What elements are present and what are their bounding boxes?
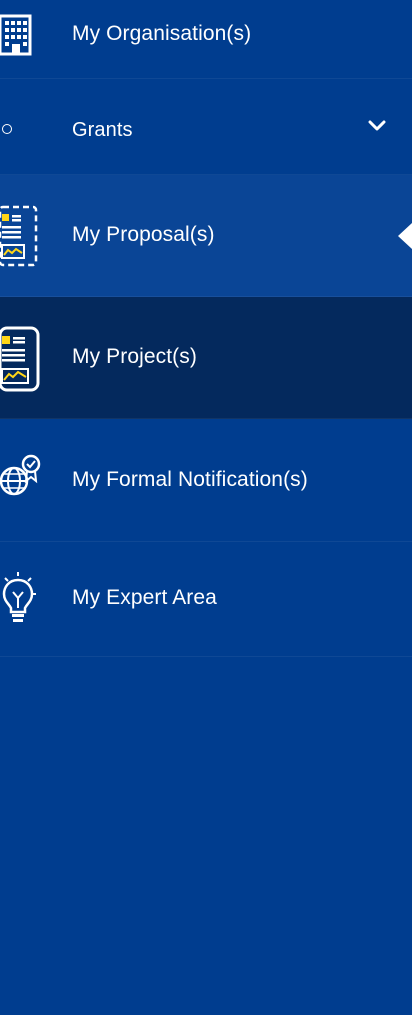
circle-bullet-icon xyxy=(2,124,12,134)
sidebar-item-label: My Proposal(s) xyxy=(72,223,215,246)
sidebar-item-expert-area[interactable]: My Expert Area xyxy=(0,542,412,657)
building-icon xyxy=(0,14,34,58)
sidebar-item-projects[interactable]: My Project(s) xyxy=(0,297,412,419)
sidebar-item-label: My Organisation(s) xyxy=(72,22,252,45)
sidebar-item-label: My Expert Area xyxy=(72,586,217,609)
sidebar-item-formal-notifications[interactable]: My Formal Notification(s) xyxy=(0,419,412,542)
sidebar-item-label: My Project(s) xyxy=(72,345,197,368)
sidebar-item-grants[interactable]: Grants xyxy=(0,79,412,175)
project-document-icon xyxy=(0,326,40,392)
lightbulb-icon xyxy=(0,570,38,624)
chevron-down-icon[interactable] xyxy=(368,119,386,137)
sidebar-item-proposals[interactable]: My Proposal(s) xyxy=(0,175,412,297)
sidebar-nav: My Organisation(s) Grants My Proposal(s)… xyxy=(0,0,412,1015)
proposal-document-icon xyxy=(0,205,40,269)
sidebar-item-label: Grants xyxy=(72,119,133,141)
current-page-indicator xyxy=(398,223,412,249)
sidebar-item-label: My Formal Notification(s) xyxy=(72,468,308,491)
globe-badge-icon xyxy=(0,451,42,501)
sidebar-item-organisations[interactable]: My Organisation(s) xyxy=(0,0,412,79)
